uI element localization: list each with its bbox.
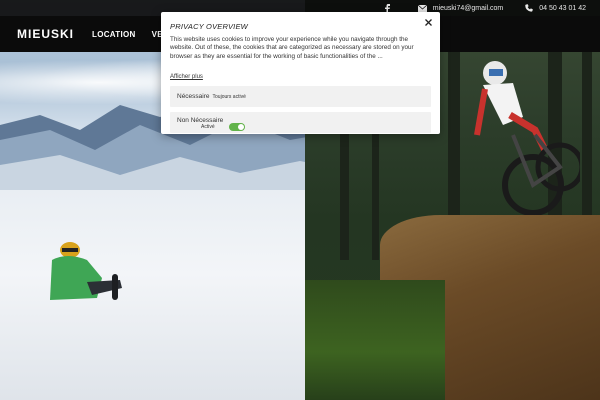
phone-text: 04 50 43 01 42 <box>539 4 586 12</box>
nav-item-location[interactable]: LOCATION <box>92 30 136 39</box>
show-more-link[interactable]: Afficher plus <box>170 74 203 80</box>
facebook-link[interactable] <box>384 4 396 12</box>
always-enabled-label: Toujours activé <box>212 93 246 100</box>
category-name: Nécessaire <box>177 93 210 101</box>
mountain-biker-image <box>474 61 580 215</box>
modal-description: This website uses cookies to improve you… <box>170 36 414 60</box>
phone-icon <box>525 4 534 12</box>
phone-link[interactable]: 04 50 43 01 42 <box>525 4 586 12</box>
facebook-icon <box>384 4 390 12</box>
non-necessary-toggle[interactable] <box>229 123 245 132</box>
close-icon <box>424 18 432 26</box>
email-text: mieuski74@gmail.com <box>432 4 504 12</box>
close-button[interactable] <box>422 16 434 28</box>
privacy-overview-modal: PRIVACY OVERVIEW This website uses cooki… <box>161 12 440 134</box>
grass <box>305 280 445 400</box>
cookie-category-necessary[interactable]: Nécessaire Toujours activé <box>170 86 431 108</box>
email-link[interactable]: mieuski74@gmail.com <box>417 4 504 12</box>
toggle-label: Activé <box>201 124 215 131</box>
site-logo[interactable]: MIEUSKI <box>17 27 74 41</box>
envelope-icon <box>417 4 427 12</box>
category-name: Non Nécessaire <box>177 117 224 125</box>
cookie-category-non-necessary[interactable]: Non Nécessaire Activé <box>170 112 431 134</box>
modal-title: PRIVACY OVERVIEW <box>170 22 248 31</box>
snowboarder-image <box>50 242 122 300</box>
